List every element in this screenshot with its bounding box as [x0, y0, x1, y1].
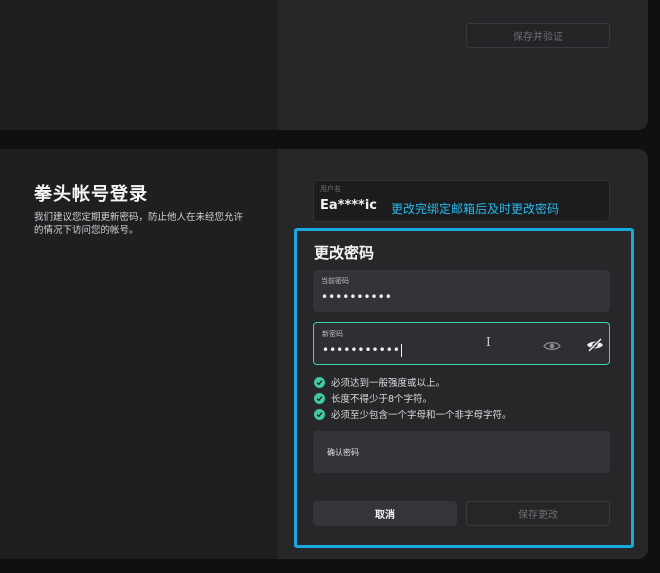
rule-text: 必须达到一般强度或以上。: [331, 378, 446, 389]
check-icon: [314, 408, 325, 420]
check-icon: [314, 376, 325, 388]
eye-slash-icon[interactable]: [586, 337, 604, 353]
eye-icon[interactable]: [543, 340, 561, 352]
check-icon: [314, 392, 325, 404]
save-verify-button[interactable]: 保存并验证: [466, 23, 610, 48]
cancel-button[interactable]: 取消: [313, 501, 457, 526]
section-title: 拳头帐号登录: [34, 184, 148, 205]
rule-text: 必须至少包含一个字母和一个非字母字符。: [331, 410, 512, 421]
confirm-password-label: 确认密码: [327, 448, 359, 457]
username-value: Ea****ic: [320, 198, 378, 213]
rule-text: 长度不得少于8个字符。: [331, 394, 433, 405]
top-settings-panel: 保存并验证: [278, 0, 648, 130]
ibeam-cursor-icon: I: [486, 335, 491, 349]
text-caret: [400, 344, 402, 357]
change-password-title: 更改密码: [314, 244, 375, 262]
current-password-label: 当前密码: [321, 277, 349, 285]
rule-item: 必须达到一般强度或以上。: [314, 374, 512, 390]
new-password-field[interactable]: 新密码 ••••••••••• I: [313, 322, 610, 365]
rule-item: 长度不得少于8个字符。: [314, 390, 512, 406]
current-password-value: ••••••••••: [321, 290, 392, 304]
new-password-label: 新密码: [322, 330, 343, 338]
current-password-field[interactable]: 当前密码 ••••••••••: [313, 270, 610, 312]
section-description: 我们建议您定期更新密码，防止他人在未经您允许的情况下访问您的帐号。: [34, 212, 244, 236]
new-password-value: •••••••••••: [322, 343, 400, 357]
new-password-input[interactable]: •••••••••••: [322, 343, 402, 357]
password-rules: 必须达到一般强度或以上。 长度不得少于8个字符。 必须至少包含一个字母和一个非字…: [314, 374, 512, 422]
confirm-password-field[interactable]: 确认密码: [313, 431, 610, 473]
annotation-text: 更改完绑定邮箱后及时更改密码: [391, 202, 560, 216]
save-changes-button[interactable]: 保存更改: [466, 501, 610, 526]
rule-item: 必须至少包含一个字母和一个非字母字符。: [314, 406, 512, 422]
username-label: 用户名: [320, 185, 341, 193]
top-settings-card: 保存并验证: [0, 0, 648, 130]
